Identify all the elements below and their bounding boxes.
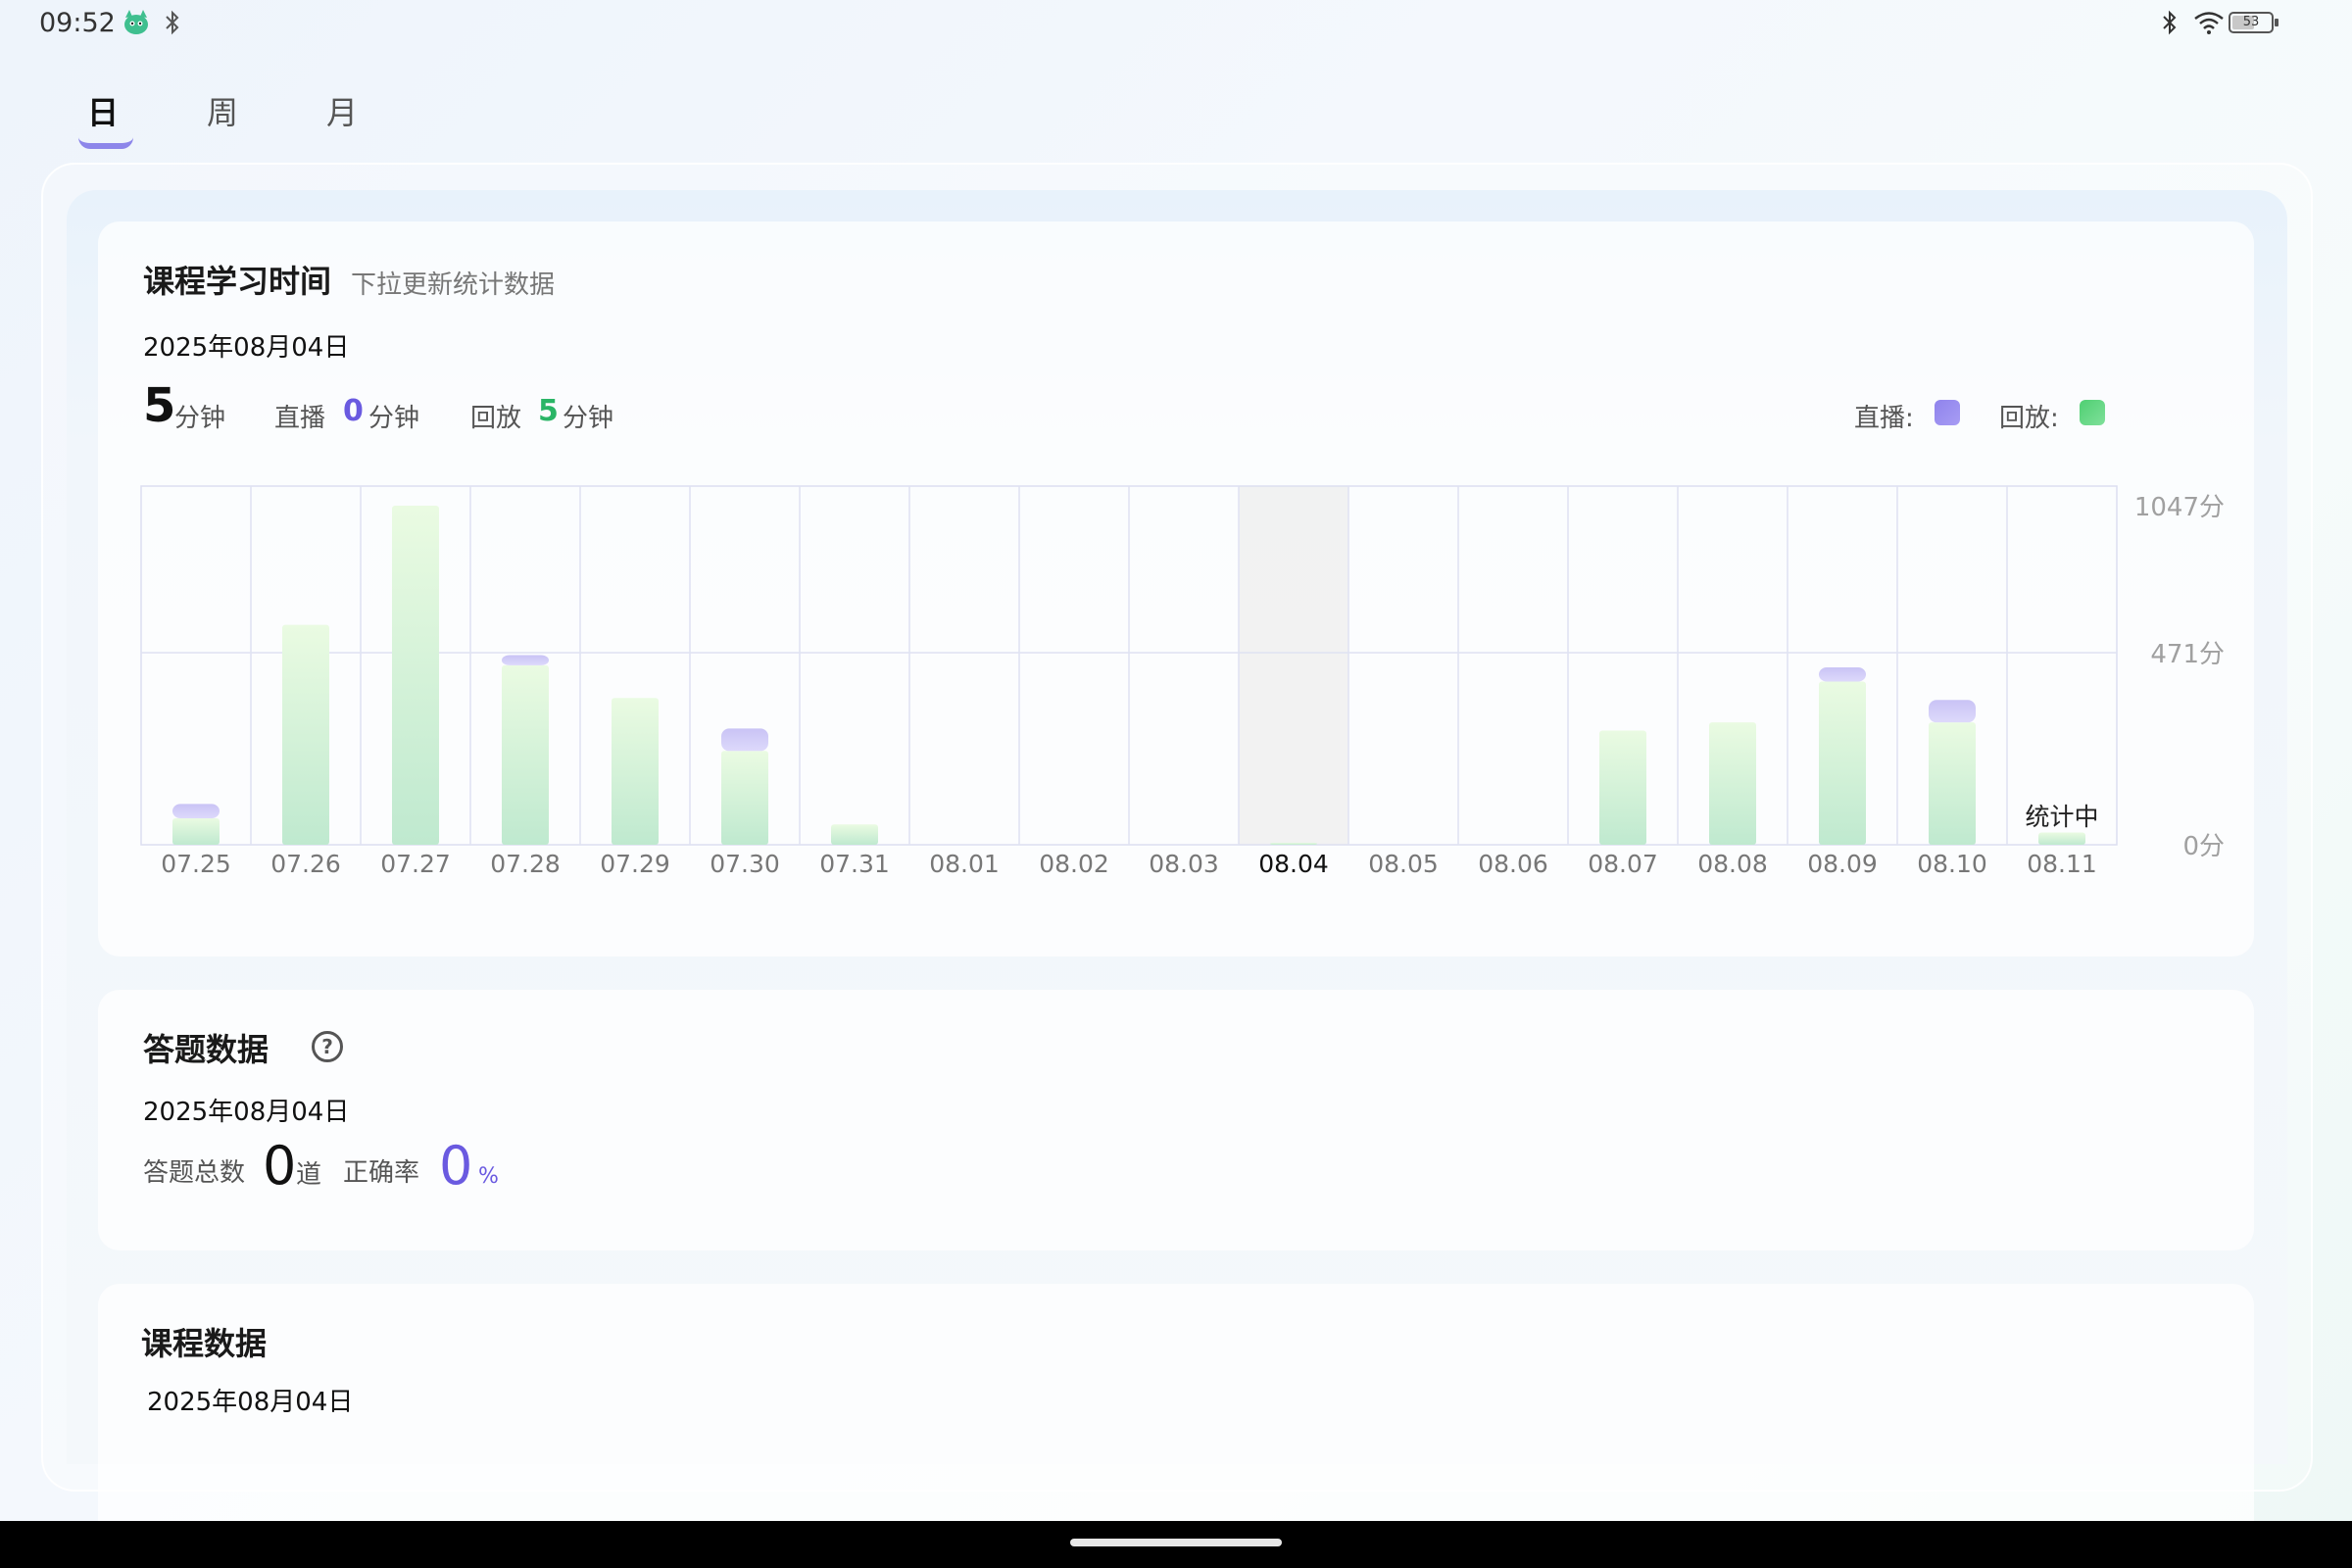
- bar-replay: [612, 698, 659, 845]
- replay-label: 回放: [470, 404, 522, 433]
- accuracy-label: 正确率: [343, 1158, 420, 1188]
- live-minutes: 0: [343, 394, 364, 428]
- bar-replay: [282, 624, 329, 845]
- tab-week[interactable]: 周: [178, 88, 267, 133]
- x-tick-label: 07.26: [270, 850, 341, 878]
- y-tick-label: 1047分: [2134, 493, 2225, 522]
- bluetooth-icon: [2163, 10, 2177, 35]
- bar-replay: [172, 817, 220, 845]
- course-data-card: 课程数据 2025年08月04日: [98, 1284, 2254, 1558]
- mascot-icon: [124, 10, 148, 34]
- tab-label: 周: [206, 94, 238, 131]
- bar-live: [502, 655, 549, 665]
- x-tick-label: 08.11: [2027, 850, 2097, 878]
- x-tick-label: 08.08: [1697, 850, 1768, 878]
- course-card-title: 课程数据: [141, 1325, 268, 1362]
- x-tick-label: 07.25: [161, 850, 231, 878]
- legend-live-swatch: [1935, 400, 1960, 425]
- x-tick-label: 07.31: [819, 850, 890, 878]
- total-minutes-unit: 分钟: [174, 404, 226, 433]
- bar-replay: [1819, 681, 1866, 845]
- live-label: 直播: [274, 404, 326, 433]
- battery-level: 53: [2242, 15, 2260, 29]
- help-icon[interactable]: ?: [312, 1031, 343, 1062]
- study-time-chart[interactable]: 1047分 471分 0分 07.25 07.26 07.27 07.28 07.29 07.3…: [137, 457, 2234, 917]
- x-tick-label: 08.01: [929, 850, 1000, 878]
- total-minutes: 5: [143, 378, 176, 433]
- answer-total-unit: 道: [296, 1160, 322, 1190]
- accuracy-value: 0: [439, 1135, 473, 1197]
- x-tick-label: 07.27: [380, 850, 451, 878]
- replay-minutes: 5: [538, 394, 559, 428]
- in-progress-label: 统计中: [2025, 803, 2098, 831]
- x-tick-label: 07.28: [490, 850, 561, 878]
- tab-indicator: [78, 137, 133, 149]
- y-tick-label: 0分: [2182, 832, 2225, 861]
- legend-live-label: 直播:: [1854, 404, 1914, 433]
- x-tick-label: 08.07: [1588, 850, 1658, 878]
- bar-replay: [502, 664, 549, 845]
- home-indicator[interactable]: [1070, 1539, 1282, 1546]
- bar-live: [721, 728, 768, 752]
- battery-icon: 53: [2229, 12, 2278, 33]
- bar-replay: [392, 506, 439, 845]
- bar-replay: [1929, 722, 1976, 845]
- legend-replay-swatch: [2080, 400, 2105, 425]
- tab-label: 月: [325, 94, 358, 131]
- status-time: 09:52: [39, 8, 116, 38]
- study-time-card: 课程学习时间 下拉更新统计数据 2025年08月04日 5 分钟 直播 0 分钟…: [98, 221, 2254, 956]
- study-card-subtitle: 下拉更新统计数据: [351, 270, 556, 300]
- x-tick-label: 08.04: [1258, 850, 1329, 878]
- bar-replay: [721, 751, 768, 845]
- answer-total-label: 答题总数: [143, 1158, 246, 1188]
- bar-live: [172, 804, 220, 818]
- bar-live: [1929, 700, 1976, 723]
- answer-card-date: 2025年08月04日: [143, 1098, 350, 1127]
- bar-replay: [831, 824, 878, 845]
- x-tick-label: 08.10: [1917, 850, 1987, 878]
- tab-day[interactable]: 日: [59, 88, 147, 149]
- answer-total-value: 0: [263, 1135, 297, 1197]
- bar-replay: [2038, 832, 2085, 845]
- bar-replay: [1270, 842, 1317, 845]
- live-minutes-unit: 分钟: [368, 404, 420, 433]
- bar-live: [1819, 666, 1866, 682]
- x-tick-label: 07.29: [600, 850, 670, 878]
- y-tick-label: 471分: [2150, 640, 2225, 669]
- tab-label: 日: [86, 94, 119, 131]
- status-bar: 09:52 53: [0, 0, 2352, 49]
- replay-minutes-unit: 分钟: [563, 404, 614, 433]
- course-card-date: 2025年08月04日: [147, 1388, 354, 1417]
- x-tick-label: 08.05: [1368, 850, 1439, 878]
- accuracy-unit: %: [478, 1164, 499, 1189]
- tab-month[interactable]: 月: [298, 88, 386, 133]
- wifi-icon: [2194, 12, 2224, 34]
- x-tick-label: 08.06: [1478, 850, 1548, 878]
- legend-replay-label: 回放:: [1999, 404, 2059, 433]
- x-tick-label: 07.30: [710, 850, 780, 878]
- bar-replay: [1709, 722, 1756, 845]
- system-nav-bar: [0, 1521, 2352, 1568]
- study-card-title: 课程学习时间: [143, 263, 332, 300]
- answer-data-card: 答题数据 ? 2025年08月04日 答题总数 0 道 正确率 0 %: [98, 990, 2254, 1250]
- x-tick-label: 08.09: [1807, 850, 1878, 878]
- bar-replay: [1599, 730, 1646, 845]
- answer-card-title: 答题数据: [143, 1031, 270, 1068]
- x-tick-label: 08.02: [1039, 850, 1109, 878]
- x-tick-label: 08.03: [1149, 850, 1219, 878]
- selected-column-highlight: [1239, 486, 1348, 845]
- study-card-date: 2025年08月04日: [143, 333, 350, 363]
- bluetooth-icon: [166, 10, 179, 35]
